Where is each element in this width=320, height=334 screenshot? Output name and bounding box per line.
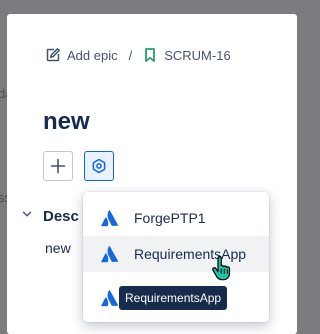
chevron-down-icon	[22, 211, 32, 217]
apps-button[interactable]	[84, 151, 114, 181]
atlassian-logo-icon	[101, 245, 119, 263]
apps-hexagon-icon	[92, 158, 106, 174]
breadcrumb-separator: /	[128, 47, 133, 63]
edit-icon	[46, 48, 60, 62]
atlassian-logo-icon	[101, 209, 119, 227]
issue-title[interactable]: new	[43, 108, 90, 136]
tooltip: RequirementsApp	[119, 286, 228, 310]
hand-cursor-icon	[212, 255, 232, 287]
add-epic-link[interactable]: Add epic	[45, 47, 118, 63]
atlassian-logo-icon	[101, 289, 119, 307]
issue-key: SCRUM-16	[164, 47, 231, 63]
menu-item-label: ForgePTP1	[134, 210, 206, 226]
menu-item-forgeptp1[interactable]: ForgePTP1	[83, 200, 269, 236]
plus-icon	[50, 158, 66, 174]
description-heading: Desc	[43, 208, 79, 225]
bookmark-icon	[145, 48, 156, 62]
description-value[interactable]: new	[45, 240, 71, 256]
add-epic-label: Add epic	[67, 47, 118, 63]
issue-key-link[interactable]: SCRUM-16	[142, 47, 231, 63]
add-button[interactable]	[43, 151, 73, 181]
menu-item-requirementsapp[interactable]: RequirementsApp	[83, 236, 269, 272]
breadcrumb: Add epic / SCRUM-16	[45, 41, 231, 69]
description-collapse-toggle[interactable]	[21, 208, 33, 223]
